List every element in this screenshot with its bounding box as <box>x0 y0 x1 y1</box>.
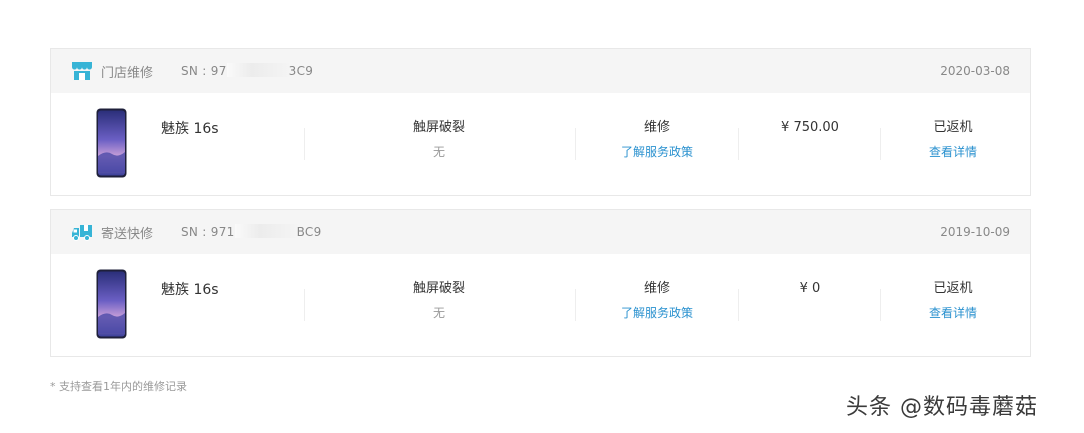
serial-number: SN : 971 BC9 <box>181 224 322 239</box>
divider <box>304 289 305 321</box>
service-column: 维修 了解服务政策 <box>607 279 707 321</box>
issue-text: 触屏破裂 <box>412 120 465 135</box>
divider <box>575 128 576 160</box>
record-body: 魅族 16s 触屏破裂 无 维修 了解服务政策 ¥ 750.00 已返机 查看详… <box>51 93 1030 196</box>
divider <box>880 128 881 160</box>
repair-record-card: 寄送快修 SN : 971 BC9 2019-10-09 魅族 16s 触屏破裂 … <box>50 209 1031 357</box>
sn-redaction <box>226 63 289 77</box>
issue-note: 无 <box>432 145 445 159</box>
price-text: ¥ 750.00 <box>781 120 839 135</box>
truck-icon <box>72 225 92 241</box>
record-date: 2020-03-08 <box>940 64 1010 78</box>
product-name: 魅族 16s <box>161 121 219 137</box>
divider <box>304 128 305 160</box>
policy-link[interactable]: 了解服务政策 <box>607 305 707 321</box>
issue-column: 触屏破裂 无 <box>389 279 489 321</box>
view-details-link[interactable]: 查看详情 <box>903 305 1003 321</box>
service-type-label: 寄送快修 <box>101 227 154 242</box>
divider <box>575 289 576 321</box>
divider <box>738 128 739 160</box>
record-date: 2019-10-09 <box>940 225 1010 239</box>
service-type: 维修 <box>643 281 670 296</box>
view-details-link[interactable]: 查看详情 <box>903 144 1003 160</box>
price-column: ¥ 750.00 <box>760 118 860 138</box>
status-text: 已返机 <box>933 281 973 296</box>
policy-link[interactable]: 了解服务政策 <box>607 144 707 160</box>
status-column: 已返机 查看详情 <box>903 118 1003 160</box>
divider <box>738 289 739 321</box>
product-name: 魅族 16s <box>161 282 219 298</box>
phone-image <box>96 269 127 339</box>
issue-column: 触屏破裂 无 <box>389 118 489 160</box>
service-column: 维修 了解服务政策 <box>607 118 707 160</box>
phone-image <box>96 108 127 178</box>
divider <box>880 289 881 321</box>
serial-number: SN : 97 3C9 <box>181 63 314 78</box>
service-type: 维修 <box>643 120 670 135</box>
record-header: 寄送快修 SN : 971 BC9 2019-10-09 <box>51 210 1030 254</box>
repair-record-card: 门店维修 SN : 97 3C9 2020-03-08 魅族 16s 触屏破裂 无 <box>50 48 1031 196</box>
store-icon <box>72 62 92 80</box>
price-column: ¥ 0 <box>760 279 860 299</box>
service-type-label: 门店维修 <box>101 66 154 81</box>
record-body: 魅族 16s 触屏破裂 无 维修 了解服务政策 ¥ 0 已返机 查看详情 <box>51 254 1030 357</box>
watermark: 头条 @数码毒蘑菇 <box>846 395 1038 420</box>
status-text: 已返机 <box>933 120 973 135</box>
record-header: 门店维修 SN : 97 3C9 2020-03-08 <box>51 49 1030 93</box>
price-text: ¥ 0 <box>799 281 821 296</box>
status-column: 已返机 查看详情 <box>903 279 1003 321</box>
issue-text: 触屏破裂 <box>412 281 465 296</box>
footnote: * 支持查看1年内的维修记录 <box>50 380 187 393</box>
issue-note: 无 <box>432 306 445 320</box>
sn-redaction <box>234 224 297 238</box>
